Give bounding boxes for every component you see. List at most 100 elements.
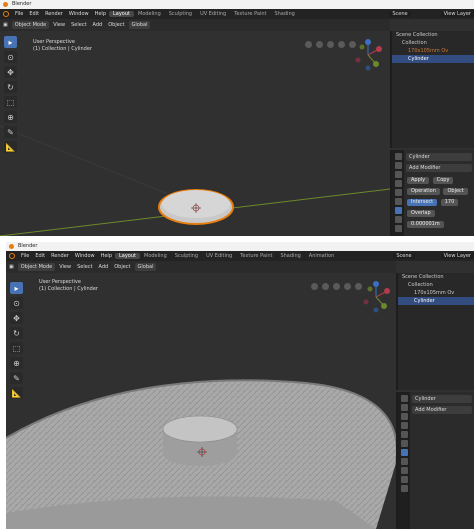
tab-layout[interactable]: Layout (115, 253, 140, 259)
blender-menu-icon[interactable] (9, 253, 15, 259)
xray-icon[interactable] (333, 283, 340, 290)
particles-tab-icon[interactable] (400, 458, 408, 465)
particles-tab-icon[interactable] (394, 216, 402, 223)
tab-texture-paint[interactable]: Texture Paint (236, 253, 276, 259)
render-tab-icon[interactable] (400, 404, 408, 411)
add-modifier-button[interactable]: Add Modifier (406, 164, 472, 172)
world-tab-icon[interactable] (394, 189, 402, 196)
tool-tab-icon[interactable] (394, 153, 402, 160)
target-object-field[interactable]: 170 (440, 199, 459, 206)
scene-tab-icon[interactable] (400, 422, 408, 429)
render-tab-icon[interactable] (394, 162, 402, 169)
shading-solid-icon[interactable] (338, 41, 345, 48)
header-object[interactable]: Object (105, 22, 127, 28)
physics-tab-icon[interactable] (400, 467, 408, 474)
add-modifier-button[interactable]: Add Modifier (412, 406, 472, 414)
editor-type-icon[interactable]: ▣ (6, 264, 17, 270)
outliner-row[interactable]: Scene Collection (398, 273, 474, 281)
view-layer-field[interactable]: View Layer (440, 253, 474, 259)
header-select[interactable]: Select (68, 22, 89, 28)
modifier-tab-icon[interactable] (394, 207, 402, 214)
viewport-3d[interactable] (0, 31, 390, 236)
transform-orientation-dropdown[interactable]: Global (134, 263, 157, 271)
outliner-row[interactable]: 170x105mm Ov (398, 289, 474, 297)
menu-file[interactable]: File (18, 253, 32, 259)
physics-tab-icon[interactable] (394, 225, 402, 232)
tab-sculpting[interactable]: Sculpting (171, 253, 202, 259)
tab-shading[interactable]: Shading (270, 11, 298, 17)
output-tab-icon[interactable] (394, 171, 402, 178)
measure-tool-icon[interactable]: 📐 (4, 141, 17, 153)
outliner-row[interactable]: Collection (398, 281, 474, 289)
visibility-icon[interactable] (311, 283, 318, 290)
scene-field[interactable]: Scene (393, 253, 415, 259)
menu-file[interactable]: File (12, 11, 26, 17)
menu-help[interactable]: Help (98, 253, 115, 259)
tab-modeling[interactable]: Modeling (134, 11, 165, 17)
object-tab-icon[interactable] (394, 198, 402, 205)
select-box-tool-icon[interactable]: ▸ (4, 36, 17, 48)
scale-tool-icon[interactable]: ⬚ (4, 96, 17, 108)
header-add[interactable]: Add (90, 22, 106, 28)
data-tab-icon[interactable] (400, 485, 408, 492)
menu-edit[interactable]: Edit (26, 11, 42, 17)
tab-modeling[interactable]: Modeling (140, 253, 171, 259)
overlay-icon[interactable] (316, 41, 323, 48)
output-tab-icon[interactable] (400, 413, 408, 420)
editor-type-icon[interactable]: ▣ (0, 22, 11, 28)
outliner-row[interactable]: Cylinder (392, 55, 474, 63)
constraints-tab-icon[interactable] (400, 476, 408, 483)
header-select[interactable]: Select (74, 264, 95, 270)
scene-field[interactable]: Scene (389, 11, 411, 17)
xray-icon[interactable] (327, 41, 334, 48)
object-name-field[interactable]: Cylinder (406, 153, 472, 161)
header-view[interactable]: View (56, 264, 74, 270)
tab-shading[interactable]: Shading (276, 253, 304, 259)
header-add[interactable]: Add (96, 264, 112, 270)
rotate-tool-icon[interactable]: ↻ (4, 81, 17, 93)
transform-tool-icon[interactable]: ⊕ (4, 111, 17, 123)
shading-solid-icon[interactable] (344, 283, 351, 290)
measure-tool-icon[interactable]: 📐 (10, 387, 23, 399)
object-tab-icon[interactable] (400, 440, 408, 447)
navigation-gizmo[interactable] (352, 38, 384, 72)
visibility-icon[interactable] (305, 41, 312, 48)
move-tool-icon[interactable]: ✥ (4, 66, 17, 78)
header-view[interactable]: View (50, 22, 68, 28)
viewport-3d[interactable] (6, 273, 396, 529)
menu-window[interactable]: Window (66, 11, 92, 17)
menu-render[interactable]: Render (48, 253, 72, 259)
rotate-tool-icon[interactable]: ↻ (10, 327, 23, 339)
select-box-tool-icon[interactable]: ▸ (10, 282, 23, 294)
header-object[interactable]: Object (111, 264, 133, 270)
tab-uv-editing[interactable]: UV Editing (196, 11, 230, 17)
blender-menu-icon[interactable] (3, 11, 9, 17)
object-name-field[interactable]: Cylinder (412, 395, 472, 403)
move-tool-icon[interactable]: ✥ (10, 312, 23, 324)
tab-layout[interactable]: Layout (109, 11, 134, 17)
menu-help[interactable]: Help (92, 11, 109, 17)
overlay-icon[interactable] (322, 283, 329, 290)
outliner-row[interactable]: Cylinder (398, 297, 474, 305)
transform-orientation-dropdown[interactable]: Global (128, 21, 151, 29)
tab-sculpting[interactable]: Sculpting (165, 11, 196, 17)
annotate-tool-icon[interactable]: ✎ (10, 372, 23, 384)
modifier-tab-icon[interactable] (400, 449, 408, 456)
outliner-row[interactable]: Scene Collection (392, 31, 474, 39)
apply-button[interactable]: Apply (407, 177, 430, 184)
scale-tool-icon[interactable]: ⬚ (10, 342, 23, 354)
transform-tool-icon[interactable]: ⊕ (10, 357, 23, 369)
intersect-button[interactable]: Intersect (407, 199, 438, 206)
tool-tab-icon[interactable] (400, 395, 408, 402)
view-layer-field[interactable]: View Layer (440, 11, 474, 17)
scene-tab-icon[interactable] (394, 180, 402, 187)
copy-button[interactable]: Copy (432, 177, 454, 184)
overlap-value-field[interactable]: 0.000001m (407, 221, 444, 228)
outliner-row[interactable]: 170x105mm Ov (392, 47, 474, 55)
outliner-row[interactable]: Collection (392, 39, 474, 47)
cursor-tool-icon[interactable]: ⊙ (10, 297, 23, 309)
menu-render[interactable]: Render (42, 11, 66, 17)
object-mode-dropdown[interactable]: Object Mode (17, 263, 56, 271)
tab-texture-paint[interactable]: Texture Paint (230, 11, 270, 17)
navigation-gizmo[interactable] (360, 280, 392, 314)
